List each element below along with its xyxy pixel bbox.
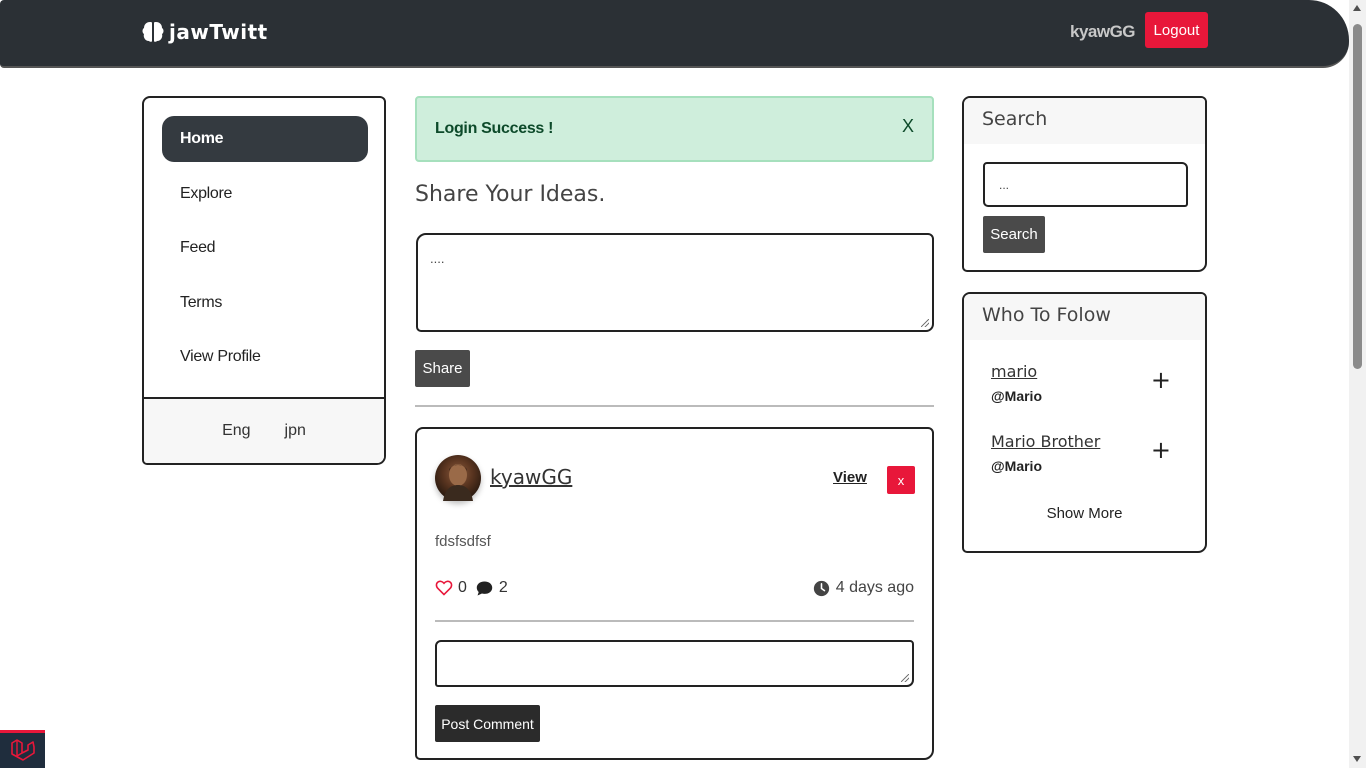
sidebar-item-explore[interactable]: Explore <box>162 171 368 217</box>
comment-textarea[interactable] <box>435 640 914 687</box>
who-to-follow-title: Who To Folow <box>964 294 1205 340</box>
resize-handle-icon[interactable] <box>901 674 909 682</box>
search-card-title: Search <box>964 98 1205 144</box>
scroll-down-arrow-icon[interactable] <box>1353 756 1361 762</box>
post-comment-button[interactable]: Post Comment <box>435 705 540 742</box>
search-input[interactable]: ... <box>983 162 1188 207</box>
show-more-link[interactable]: Show More <box>964 505 1205 522</box>
comment-icon[interactable] <box>475 580 494 597</box>
post-time-text: 4 days ago <box>835 579 914 596</box>
lang-eng-link[interactable]: Eng <box>222 422 250 440</box>
share-button[interactable]: Share <box>415 350 470 387</box>
top-navbar: jawTwitt kyawGG Logout <box>0 0 1349 68</box>
comment-count: 2 <box>498 579 508 596</box>
like-count: 0 <box>458 579 467 596</box>
search-button[interactable]: Search <box>983 216 1045 253</box>
success-alert: Login Success ! X <box>415 96 934 162</box>
sidebar-item-home[interactable]: Home <box>162 116 368 162</box>
share-textarea-value: .... <box>430 251 445 266</box>
logout-button[interactable]: Logout <box>1145 12 1208 48</box>
share-textarea[interactable]: .... <box>416 233 934 332</box>
follow-add-icon[interactable]: + <box>1151 368 1171 392</box>
who-to-follow-card: Who To Folow mario @Mario + Mario Brothe… <box>962 292 1207 553</box>
follow-user-name[interactable]: mario <box>991 362 1037 381</box>
avatar[interactable] <box>435 455 481 501</box>
laravel-logo-icon <box>10 738 35 761</box>
post-body: fdsfsdfsf <box>435 533 491 550</box>
sidebar-item-view-profile[interactable]: View Profile <box>162 334 368 380</box>
divider <box>415 405 934 407</box>
post-divider <box>435 620 914 622</box>
post-stats: 0 2 <box>435 579 516 597</box>
laravel-debugbar-badge[interactable] <box>0 730 45 768</box>
follow-add-icon[interactable]: + <box>1151 438 1171 462</box>
share-title: Share Your Ideas. <box>415 182 606 207</box>
sidebar-item-feed[interactable]: Feed <box>162 225 368 271</box>
follow-suggestion: Mario Brother @Mario + <box>991 432 1181 480</box>
scrollbar-thumb[interactable] <box>1353 24 1362 369</box>
post-timestamp: 4 days ago <box>813 579 914 597</box>
search-card: Search ... Search <box>962 96 1207 272</box>
brand[interactable]: jawTwitt <box>141 20 268 44</box>
resize-handle-icon[interactable] <box>921 319 929 327</box>
brand-name: jawTwitt <box>169 20 268 44</box>
alert-close-button[interactable]: X <box>902 116 914 137</box>
language-switcher: Eng jpn <box>144 397 384 463</box>
clock-icon <box>813 580 829 596</box>
post-view-link[interactable]: View <box>833 469 867 486</box>
alert-message: Login Success ! <box>435 120 554 137</box>
follow-suggestion: mario @Mario + <box>991 362 1181 410</box>
sidebar-nav: Home Explore Feed Terms View Profile Eng… <box>142 96 386 465</box>
nav-username[interactable]: kyawGG <box>1070 22 1136 42</box>
follow-user-name[interactable]: Mario Brother <box>991 432 1100 451</box>
brain-icon <box>142 22 164 42</box>
lang-jpn-link[interactable]: jpn <box>285 422 306 440</box>
avatar-portrait-icon <box>443 464 473 501</box>
follow-user-handle: @Mario <box>991 388 1042 404</box>
follow-user-handle: @Mario <box>991 458 1042 474</box>
post-author-link[interactable]: kyawGG <box>490 465 572 489</box>
post-delete-button[interactable]: x <box>887 466 915 494</box>
post-card: kyawGG View x fdsfsdfsf 0 2 4 days ago P… <box>415 427 934 760</box>
page-scrollbar[interactable] <box>1349 0 1366 768</box>
sidebar-item-terms[interactable]: Terms <box>162 280 368 326</box>
heart-icon[interactable] <box>435 580 453 596</box>
scroll-up-arrow-icon[interactable] <box>1353 5 1361 11</box>
